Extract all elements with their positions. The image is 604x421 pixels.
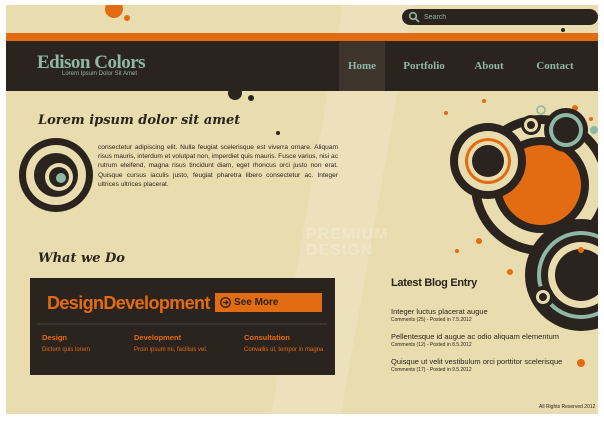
services-banner-title: DesignDevelopment: [47, 293, 210, 313]
nav-portfolio[interactable]: Portfolio: [394, 41, 454, 91]
service-column-development: Development Proin ipsum mi, facilisis ve…: [134, 333, 229, 353]
service-column-design: Design Dictum quis lorem: [42, 333, 137, 353]
watermark: PREMIUM DESIGN: [306, 227, 389, 259]
intro-text: consectetur adipiscing elit. Nulla feugi…: [98, 144, 338, 188]
watermark-line2: DESIGN: [306, 242, 374, 259]
blog-entry-meta: Comments (12) - Posted in 8.5.2012: [391, 342, 472, 348]
service-text: Dictum quis lorem: [42, 347, 91, 353]
intro-title: Lorem ipsum dolor sit amet: [38, 113, 241, 128]
service-heading[interactable]: Development: [134, 333, 229, 342]
see-more-button[interactable]: See More: [215, 293, 322, 312]
search-input[interactable]: [424, 10, 589, 24]
watermark-line1: PREMIUM: [306, 226, 389, 243]
what-we-do-title: What we Do: [38, 251, 125, 266]
nav-home[interactable]: Home: [339, 41, 385, 91]
intro-circle-icon: [19, 138, 93, 212]
service-text: Proin ipsum mi, facilisis vel.: [134, 347, 208, 353]
blog-title: Latest Blog Entry: [391, 277, 477, 289]
arrow-right-circle-icon: [220, 297, 231, 308]
blog-entry-link[interactable]: Integer luctus placerat augue: [391, 307, 591, 316]
blog-entry-meta: Comments (17) - Posted in 9.5.2012: [391, 367, 472, 373]
circles-decoration: [450, 105, 598, 331]
service-column-consultation: Consultation Convallis ut, tempor in mag…: [244, 333, 339, 353]
search-icon: [408, 11, 420, 23]
blog-entry: Quisque ut velit vestibulum orci porttit…: [391, 357, 591, 373]
nav-about[interactable]: About: [468, 41, 510, 91]
search-bar[interactable]: [402, 9, 598, 25]
blog-entry-link[interactable]: Pellentesque id augue ac odio aliquam el…: [391, 332, 591, 341]
service-heading[interactable]: Consultation: [244, 333, 339, 342]
footer-copyright: All Rights Reserved 2012: [539, 404, 596, 410]
header-accent-bar: [6, 33, 598, 41]
services-divider: [37, 323, 327, 325]
page: Edison Colors Lorem Ipsum Dolor Sit Amet…: [6, 5, 598, 414]
logo-subtitle: Lorem Ipsum Dolor Sit Amet: [62, 71, 138, 77]
service-text: Convallis ut, tempor in magna: [244, 347, 324, 353]
blog-entry-link[interactable]: Quisque ut velit vestibulum orci porttit…: [391, 357, 591, 366]
see-more-label: See More: [234, 297, 279, 308]
service-heading[interactable]: Design: [42, 333, 137, 342]
nav-contact[interactable]: Contact: [527, 41, 583, 91]
blog-entry-meta: Comments (25) - Posted in 7.5.2012: [391, 317, 472, 323]
blog-entry: Pellentesque id augue ac odio aliquam el…: [391, 332, 591, 348]
blog-entry: Integer luctus placerat augue Comments (…: [391, 307, 591, 323]
